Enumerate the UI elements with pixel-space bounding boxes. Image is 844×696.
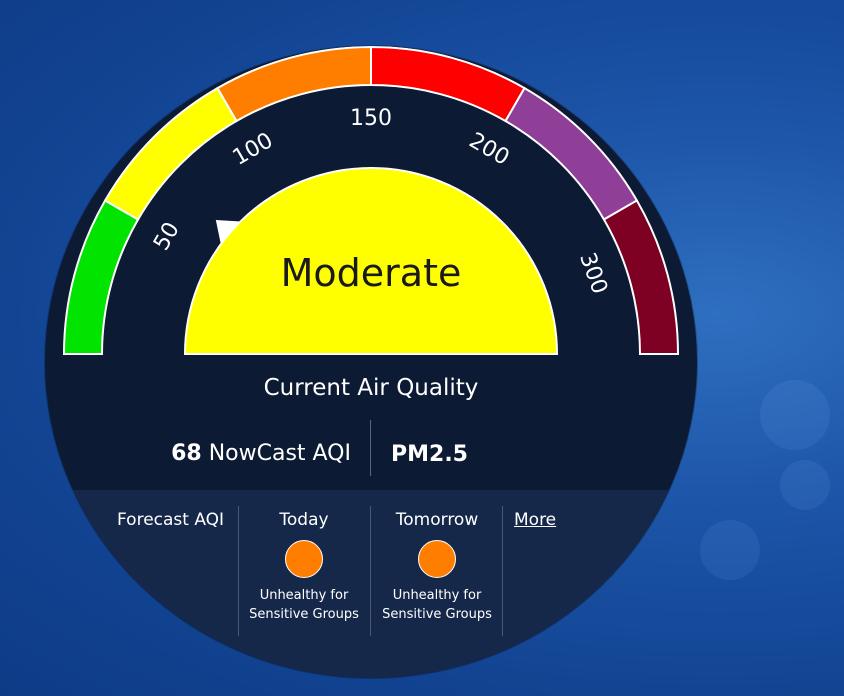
- forecast-day-today: Today: [279, 510, 329, 530]
- pollutant-name: PM2.5: [391, 442, 468, 467]
- current-air-quality-title: Current Air Quality: [263, 375, 479, 401]
- gauge-segment: [504, 86, 639, 221]
- divider: [370, 420, 371, 476]
- gauge-tick-label: 150: [350, 105, 392, 131]
- forecast-panel: Forecast AQI Today Unhealthy for Sensiti…: [45, 490, 697, 678]
- aqi-value: 68: [171, 441, 202, 466]
- forecast-tomorrow-category: Unhealthy for Sensitive Groups: [382, 588, 492, 622]
- aqi-label: NowCast AQI: [208, 441, 351, 466]
- forecast-today-category-dot: [285, 540, 323, 578]
- background-bokeh: [780, 460, 830, 510]
- gauge-segment: [216, 46, 372, 123]
- forecast-day-tomorrow: Tomorrow: [395, 510, 479, 530]
- divider: [502, 506, 503, 636]
- divider: [370, 506, 371, 636]
- aqi-category-text: Moderate: [280, 251, 462, 295]
- background-bokeh: [760, 380, 830, 450]
- gauge-segment: [103, 86, 238, 221]
- current-aqi-row: 68 NowCast AQI PM2.5: [45, 420, 697, 476]
- forecast-aqi-label: Forecast AQI: [117, 510, 225, 530]
- forecast-today-category: Unhealthy for Sensitive Groups: [249, 588, 359, 622]
- air-quality-widget: 50 100 150 200 300 Moderate Current Air Qual…: [45, 46, 697, 678]
- gauge-segment: [370, 46, 526, 123]
- nowcast-aqi: 68 NowCast AQI: [171, 432, 351, 486]
- more-link[interactable]: More: [514, 510, 556, 530]
- forecast-tomorrow-category-dot: [418, 540, 456, 578]
- background-bokeh: [700, 520, 760, 580]
